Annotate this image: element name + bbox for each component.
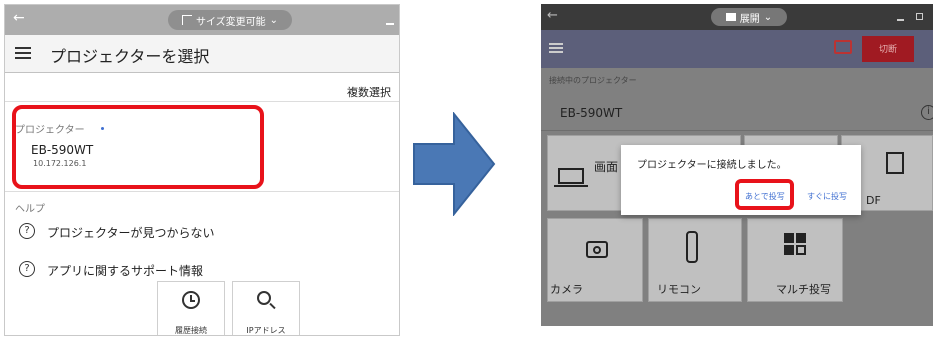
chevron-down-icon: ⌄ [763, 11, 773, 23]
menu-icon[interactable] [15, 47, 31, 59]
maximize-icon[interactable] [916, 13, 923, 20]
camera-icon [586, 241, 608, 258]
resize-icon [181, 15, 192, 25]
back-arrow-icon[interactable]: ← [13, 10, 25, 26]
document-icon [886, 152, 904, 174]
minimize-icon[interactable] [897, 19, 904, 21]
window-icon [725, 13, 736, 21]
tile-remote[interactable]: リモコン [648, 218, 742, 302]
cast-icon[interactable] [834, 40, 852, 54]
divider [5, 191, 399, 192]
multi-grid-icon [796, 233, 806, 243]
window-size-label: 展開 [739, 13, 760, 25]
history-connect-button[interactable]: 履歴接続 [157, 281, 225, 335]
right-arrow-icon [413, 112, 496, 216]
help-circle-icon: ? [19, 223, 35, 239]
right-screenshot: ← 展開 ⌄ 切断 接続中のプロジェクター EB-590WT i 画面 DF カ… [541, 4, 933, 326]
history-icon [182, 291, 200, 309]
info-icon[interactable]: i [921, 105, 933, 120]
page-title: プロジェクターを選択 [50, 47, 210, 66]
disconnect-label: 切断 [878, 45, 897, 55]
remote-icon [686, 231, 698, 263]
help-item-support[interactable]: ? アプリに関するサポート情報 [19, 261, 379, 281]
dialog-message: プロジェクターに接続しました。 [637, 160, 787, 171]
connected-projector-name: EB-590WT [560, 106, 623, 120]
back-arrow-icon[interactable]: ← [547, 8, 558, 23]
left-screenshot: ← サイズ変更可能 ⌄ プロジェクターを選択 複数選択 プロジェクター EB-5… [4, 4, 400, 336]
tile-screen-label: 画面 [594, 160, 619, 174]
disconnect-button[interactable]: 切断 [862, 36, 914, 62]
laptop-icon [558, 168, 584, 184]
multi-grid-icon [784, 233, 794, 243]
search-icon-handle [269, 302, 276, 310]
laptop-base [554, 185, 588, 187]
help-item-not-found[interactable]: ? プロジェクターが見つからない [19, 223, 379, 243]
tile-camera[interactable]: カメラ [547, 218, 643, 302]
help-circle-icon: ? [19, 261, 35, 277]
help-item-label: プロジェクターが見つからない [47, 226, 215, 240]
window-size-pill[interactable]: 展開 ⌄ [711, 8, 787, 26]
menu-icon[interactable] [549, 43, 563, 53]
window-size-label: サイズ変更可能 [195, 16, 266, 28]
chevron-down-icon: ⌄ [269, 14, 279, 26]
right-title-bar: ← 展開 ⌄ [541, 4, 933, 30]
tile-multi-projection-label: マルチ投写 [776, 283, 831, 296]
divider [541, 130, 933, 131]
help-item-label: アプリに関するサポート情報 [47, 264, 204, 278]
multi-grid-icon [796, 245, 806, 255]
ip-address-button[interactable]: IPアドレス [232, 281, 300, 335]
right-app-bar: 切断 [541, 30, 933, 68]
highlight-box [12, 105, 264, 189]
project-now-button[interactable]: すぐに投写 [807, 191, 847, 202]
window-size-pill[interactable]: サイズ変更可能 ⌄ [168, 10, 292, 30]
multi-select-button[interactable]: 複数選択 [347, 84, 391, 100]
ip-address-label: IPアドレス [246, 326, 286, 335]
tile-pdf-label: DF [866, 194, 881, 207]
tile-camera-label: カメラ [550, 283, 583, 296]
connected-projector-header: 接続中のプロジェクター [549, 76, 637, 85]
tile-remote-label: リモコン [657, 283, 701, 296]
help-section-header: ヘルプ [15, 204, 45, 215]
divider [5, 101, 399, 102]
left-title-bar: ← サイズ変更可能 ⌄ [5, 5, 399, 35]
history-connect-label: 履歴接続 [175, 326, 207, 335]
highlight-box [735, 179, 794, 210]
left-app-bar: プロジェクターを選択 [5, 35, 399, 73]
tile-multi-projection[interactable]: マルチ投写 [747, 218, 843, 302]
multi-grid-icon [784, 245, 794, 255]
minimize-icon[interactable] [386, 23, 394, 25]
